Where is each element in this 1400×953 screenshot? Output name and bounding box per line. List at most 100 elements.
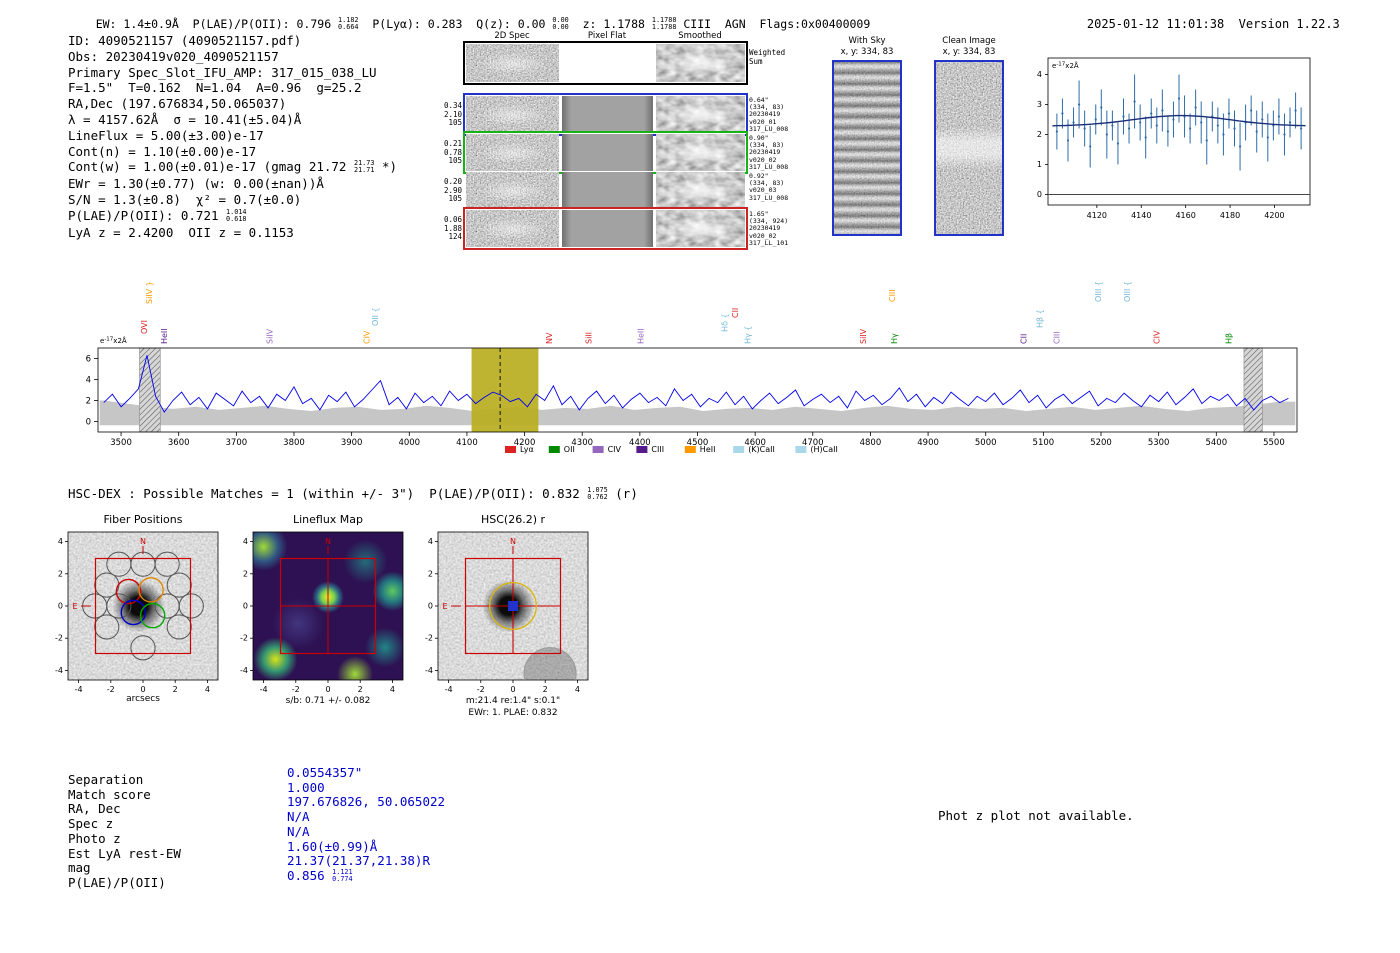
- emission-line-label: OIII {: [1094, 281, 1103, 302]
- report-version: Version 1.22.3: [1238, 17, 1340, 31]
- ew-stat: EW: 1.4±0.9Å: [95, 17, 193, 31]
- hsc-cutout-title: HSC(26.2) r: [480, 513, 546, 526]
- emission-blob: [466, 44, 559, 82]
- svg-text:4900: 4900: [917, 438, 939, 448]
- svg-text:4500: 4500: [687, 438, 709, 448]
- svg-text:(H)CaII: (H)CaII: [810, 445, 837, 454]
- qz-stat: Q(z): 0.00: [476, 17, 553, 31]
- plae-poii-stat: P(LAE)/P(OII): 0.796: [192, 17, 339, 31]
- spec2d-cell: [466, 96, 559, 133]
- col-header-2dspec: 2D Spec: [494, 31, 530, 41]
- smoothed-cell: [656, 210, 745, 247]
- lineflux-map-image: [253, 532, 403, 680]
- match-field-label: Spec z: [68, 816, 114, 832]
- match-field-value: 0.856 1.121 0.774: [287, 867, 353, 883]
- fiber-positions-title: Fiber Positions: [103, 513, 183, 526]
- svg-text:3900: 3900: [341, 438, 363, 448]
- svg-text:e-17x2Å: e-17x2Å: [1052, 61, 1079, 70]
- svg-text:2: 2: [86, 397, 91, 407]
- clean-image-xy: x, y: 334, 83: [942, 47, 996, 57]
- match-field-value: 21.37(21.37,21.38)R: [287, 853, 430, 869]
- match-field-value: 197.676826, 50.065022: [287, 794, 446, 810]
- info-text: λ = 4157.62Å σ = 10.41(±5.04)Å: [68, 111, 302, 127]
- svg-text:2: 2: [58, 569, 63, 578]
- match-table-values: 0.0554357" 1.000 197.676826, 50.065022 N/A N…: [287, 765, 446, 885]
- info-text: Primary Spec_Slot_IFU_AMP: 317_015_038_L…: [68, 64, 377, 80]
- svg-text:-4: -4: [445, 685, 453, 694]
- svg-text:-2: -2: [292, 685, 300, 694]
- emission-line-label: CIV: [1152, 330, 1161, 344]
- hsc-match-text: HSC-DEX : Possible Matches = 1 (within +…: [68, 486, 588, 501]
- noise-texture: [834, 62, 900, 234]
- uncertainty-range: 1.075 0.762: [587, 486, 608, 501]
- svg-text:4: 4: [575, 685, 580, 694]
- svg-text:HeII: HeII: [700, 445, 716, 454]
- svg-text:2: 2: [358, 685, 363, 694]
- info-text: Obs: 20230419v020_4090521157: [68, 48, 279, 64]
- z-stat: z: 1.1788: [568, 17, 652, 31]
- uncertainty-range: 1.121 0.774: [332, 867, 353, 883]
- svg-text:4100: 4100: [456, 438, 478, 448]
- emission-blob: [466, 172, 559, 209]
- emission-blob: [466, 96, 559, 133]
- svg-text:0: 0: [1037, 190, 1042, 199]
- emission-line-label: CII: [731, 308, 740, 318]
- svg-text:4400: 4400: [629, 438, 651, 448]
- svg-text:4300: 4300: [571, 438, 593, 448]
- info-text: F=1.5" T=0.162 N=1.04 A=0.96 g=25.2: [68, 80, 362, 96]
- emission-line-label: HeII: [637, 328, 646, 344]
- plae-lo: 0.664: [338, 23, 359, 31]
- source-blob: [68, 532, 218, 680]
- info-line: Primary Spec_Slot_IFU_AMP: 317_015_038_L…: [68, 65, 397, 81]
- clean-image-panel: [934, 60, 1004, 236]
- header-timestamp: 2025-01-12 11:01:38 Version 1.22.3: [1058, 3, 1340, 45]
- info-line: λ = 4157.62Å σ = 10.41(±5.04)Å: [68, 112, 397, 128]
- clean-image-title: Clean Image: [942, 36, 996, 46]
- svg-text:-2: -2: [55, 634, 63, 643]
- col-header-pixelflat: Pixel Flat: [587, 31, 627, 41]
- emission-blob: [656, 210, 745, 247]
- svg-text:5400: 5400: [1205, 438, 1227, 448]
- emission-line-label: Hδ {: [721, 313, 730, 332]
- pixelflat-cell: [562, 44, 653, 82]
- svg-text:3500: 3500: [110, 438, 132, 448]
- lineflux-caption: s/b: 0.71 +/- 0.082: [285, 696, 371, 706]
- svg-text:0: 0: [58, 602, 63, 611]
- svg-text:4200: 4200: [1264, 211, 1284, 220]
- emission-line-label: Hγ: [890, 333, 899, 344]
- match-field-value: 1.60(±0.99)Å: [287, 838, 378, 854]
- elixer-report-page: EW: 1.4±0.9Å P(LAE)/P(OII): 0.796 1.182 0…: [0, 0, 1400, 953]
- emission-line-label: Hβ: [1224, 333, 1233, 344]
- info-text: Cont(n) = 1.10(±0.00)e-17: [68, 143, 257, 159]
- emission-line-label: SiIV: [859, 328, 868, 344]
- svg-text:4180: 4180: [1220, 211, 1240, 220]
- match-table-labels: Separation Match score RA, Dec Spec z Photo …: [68, 772, 181, 891]
- hsc-match-text: (r): [607, 486, 638, 501]
- svg-text:4: 4: [390, 685, 395, 694]
- svg-text:4: 4: [1037, 70, 1042, 79]
- svg-text:2: 2: [428, 569, 433, 578]
- hsc-caption: m:21.4 re:1.4" s:0.1": [465, 696, 561, 706]
- info-text: P(LAE)/P(OII): 0.721: [68, 207, 227, 223]
- spec2d-row-stats: 0.20 2.90 105: [443, 177, 462, 203]
- svg-text:3600: 3600: [168, 438, 190, 448]
- z-lo: 1.1788: [651, 23, 677, 31]
- spec2d-row-note: 0.90" (334, 83) 20230419 v020_02 317_LU_008: [749, 134, 789, 171]
- svg-text:4: 4: [205, 685, 210, 694]
- spec2d-row-stats: 0.06 1.88 124: [443, 215, 462, 241]
- svg-text:2: 2: [1037, 130, 1042, 139]
- spec2d-cell: [466, 210, 559, 247]
- with-sky-title: With Sky: [848, 36, 886, 46]
- fiber-positions-image: [68, 532, 218, 680]
- svg-text:0: 0: [243, 602, 248, 611]
- info-line: Cont(n) = 1.10(±0.00)e-17: [68, 144, 397, 160]
- hsc-match-line: HSC-DEX : Possible Matches = 1 (within +…: [68, 486, 638, 503]
- match-field-value: 1.000: [287, 779, 325, 795]
- svg-text:5100: 5100: [1033, 438, 1055, 448]
- svg-text:6: 6: [86, 355, 91, 365]
- svg-text:-2: -2: [425, 634, 433, 643]
- emission-line-label: Hβ {: [1035, 309, 1044, 328]
- smoothed-cell: [656, 134, 745, 171]
- match-field-label: RA, Dec: [68, 801, 121, 817]
- emission-blob: [466, 210, 559, 247]
